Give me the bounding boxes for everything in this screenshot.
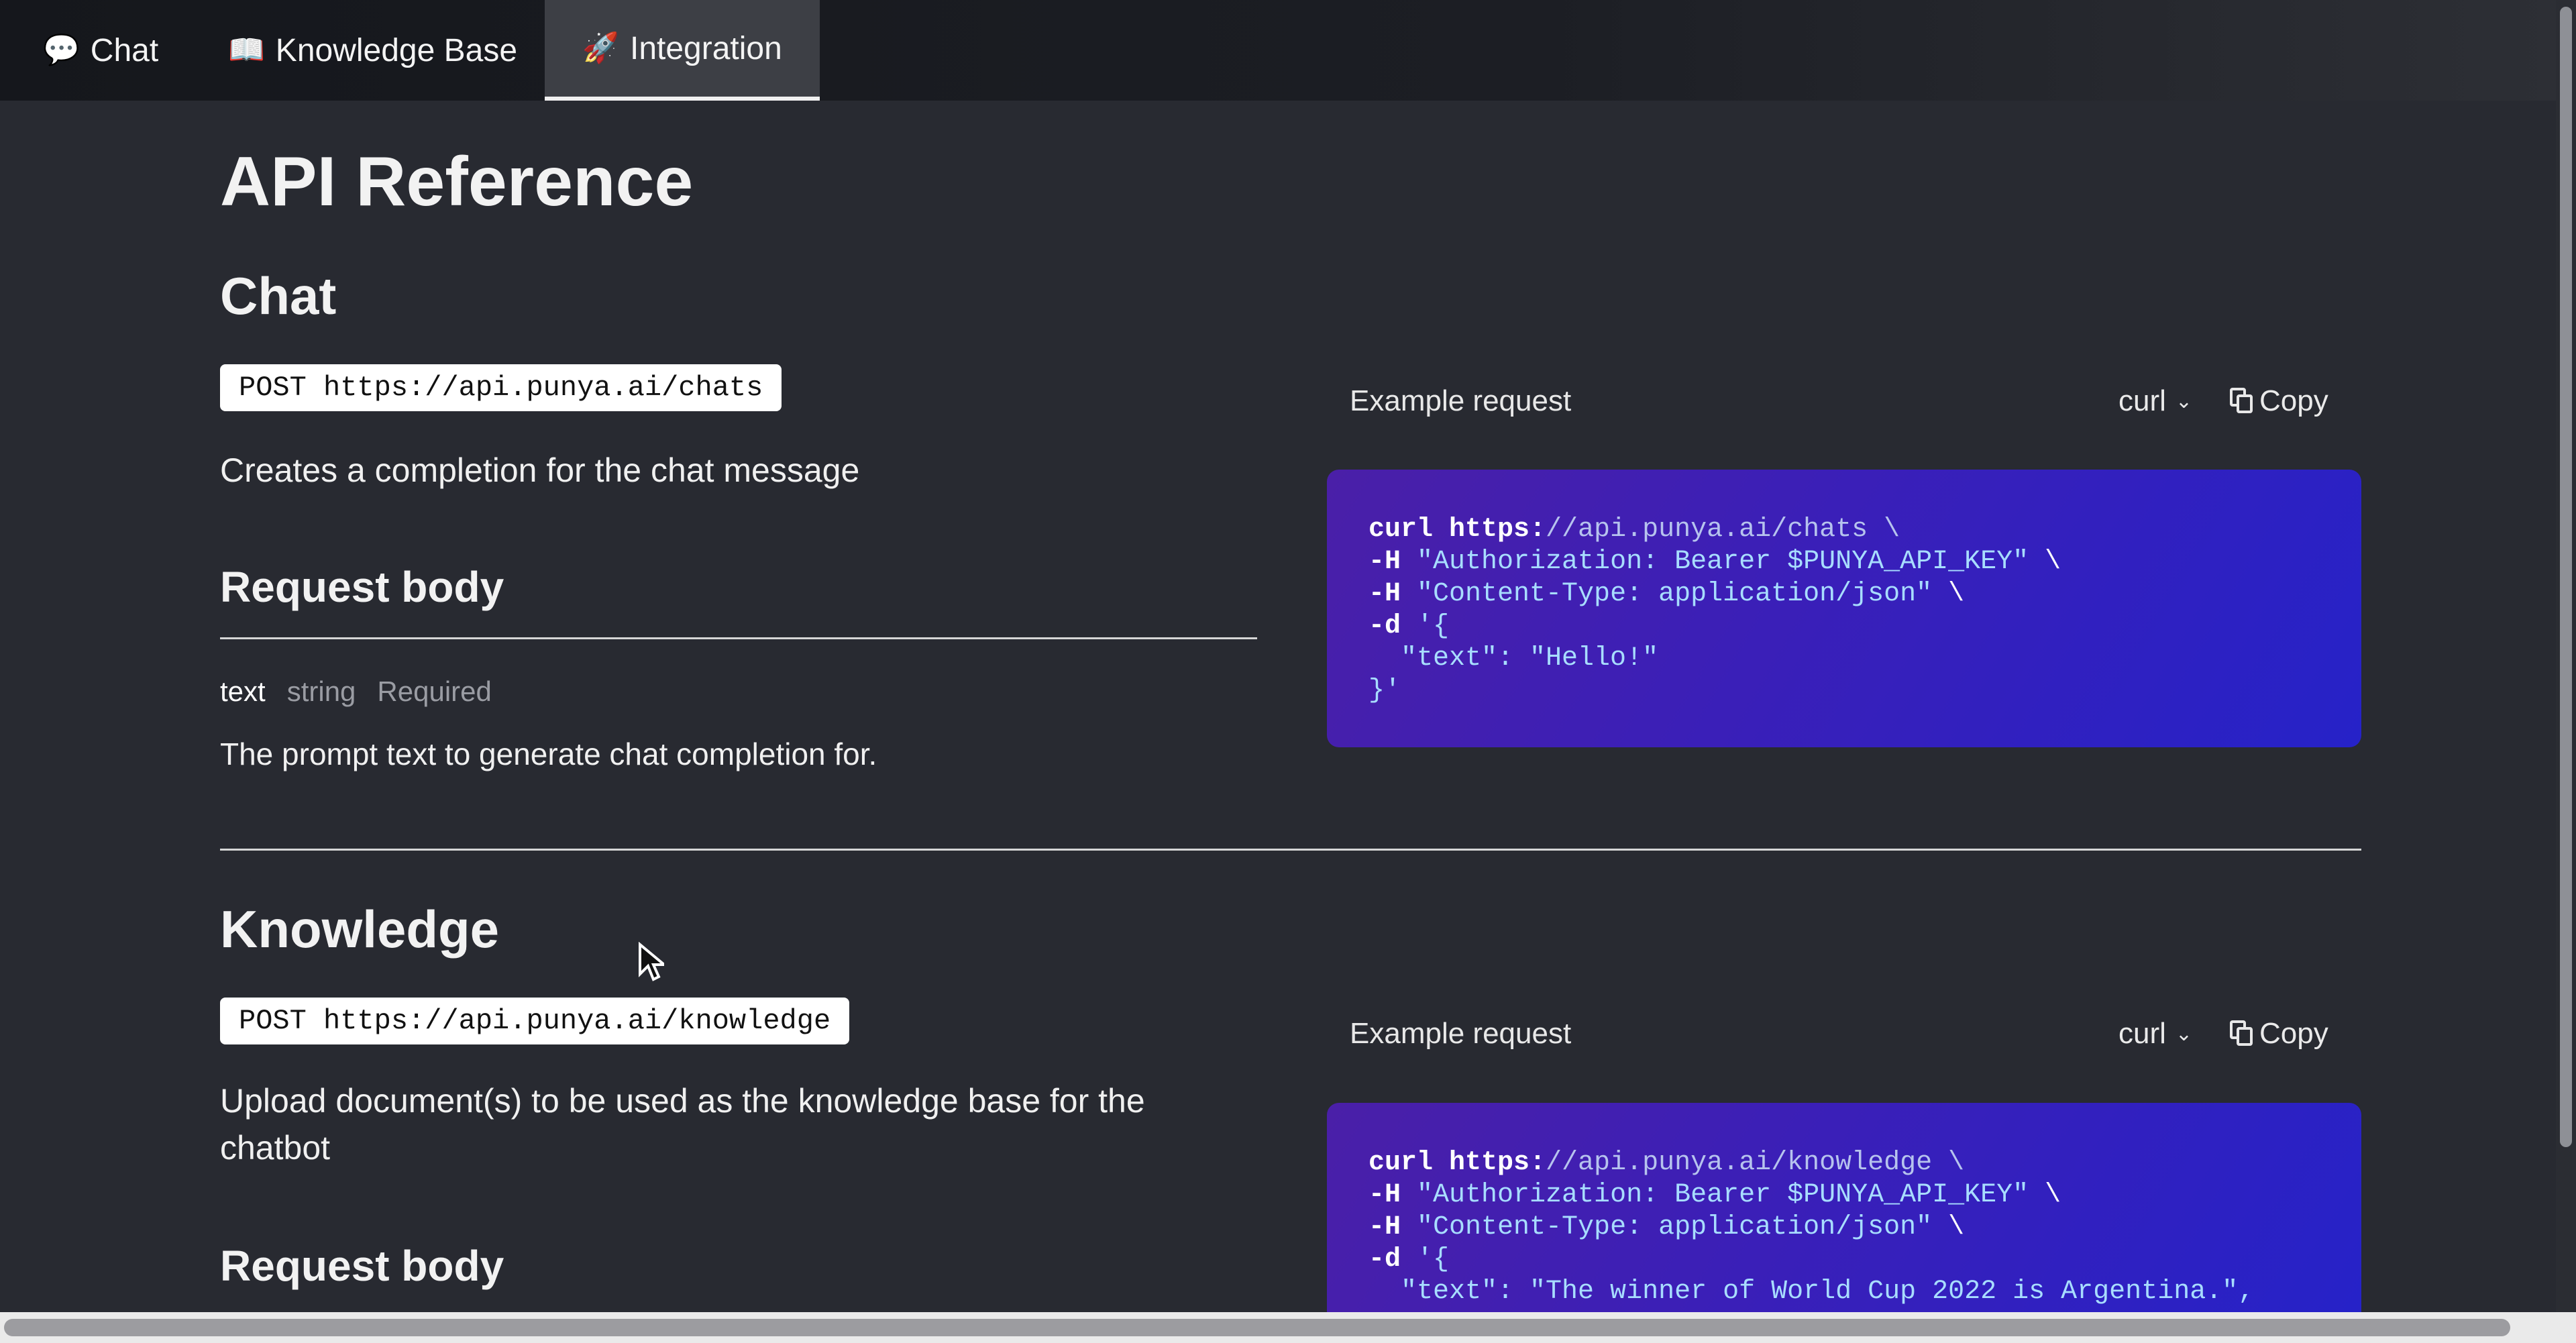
copy-label: Copy [2259, 1017, 2328, 1050]
chat-language-select[interactable]: curl ⌄ [2118, 384, 2192, 418]
code-token: \ [1932, 1212, 1965, 1242]
code-token: -d [1368, 1244, 1417, 1275]
code-token: curl https: [1368, 1148, 1546, 1178]
chat-example-label: Example request [1350, 384, 1572, 417]
knowledge-code-line: curl https://api.punya.ai/knowledge \ [1368, 1147, 2320, 1179]
code-token: }' [1368, 676, 1401, 706]
vertical-scrollbar-thumb[interactable] [2560, 7, 2572, 1147]
chat-description: Creates a completion for the chat messag… [220, 451, 860, 489]
copy-icon [2230, 388, 2254, 415]
code-token: -d [1368, 611, 1417, 641]
tab-knowledge-base-label: Knowledge Base [275, 32, 518, 68]
horizontal-scrollbar-thumb[interactable] [4, 1319, 2510, 1336]
tab-chat[interactable]: 💬 Chat [38, 0, 164, 101]
chat-code-line: -d '{ [1368, 610, 2320, 643]
code-token: \ [1932, 579, 1965, 609]
chat-code-line: curl https://api.punya.ai/chats \ [1368, 514, 2320, 546]
knowledge-endpoint: POST https://api.punya.ai/knowledge [220, 998, 850, 1044]
chat-code-line: }' [1368, 675, 2320, 707]
top-nav-bar: 💬 Chat 📖 Knowledge Base 🚀 Integration [0, 0, 2556, 101]
knowledge-description-line1: Upload document(s) to be used as the kno… [220, 1082, 1145, 1120]
chat-code-block: curl https://api.punya.ai/chats \ -H "Aut… [1327, 470, 2361, 747]
chat-field-description: The prompt text to generate chat complet… [220, 737, 877, 771]
code-token: \ [2029, 547, 2061, 577]
knowledge-request-body-heading: Request body [220, 1242, 504, 1290]
main-content: API Reference Chat POST https://api.puny… [0, 101, 2556, 1312]
code-token: -H [1368, 1180, 1417, 1210]
chat-code-line: -H "Authorization: Bearer $PUNYA_API_KEY… [1368, 546, 2320, 578]
language-select-value: curl [2118, 1017, 2166, 1050]
knowledge-example-label: Example request [1350, 1017, 1572, 1050]
knowledge-description-line2: chatbot [220, 1129, 331, 1167]
tab-chat-label: Chat [90, 32, 159, 68]
code-token: "text": "The winner of World Cup 2022 is… [1368, 1277, 2255, 1307]
chat-field-row: text string Required [220, 676, 492, 708]
code-token: '{ [1417, 611, 1450, 641]
chat-request-body-heading: Request body [220, 563, 504, 611]
copy-icon [2230, 1020, 2254, 1047]
knowledge-code-line: -H "Authorization: Bearer $PUNYA_API_KEY… [1368, 1179, 2320, 1212]
code-token: \ [2029, 1180, 2061, 1210]
tab-knowledge-base[interactable]: 📖 Knowledge Base [223, 0, 523, 101]
language-select-value: curl [2118, 384, 2166, 417]
chat-endpoint: POST https://api.punya.ai/chats [220, 364, 782, 411]
code-token: "Content-Type: application/json" [1417, 579, 1933, 609]
code-token: "Content-Type: application/json" [1417, 1212, 1933, 1242]
speech-bubble-icon: 💬 [43, 34, 80, 66]
knowledge-section-heading: Knowledge [220, 900, 500, 959]
chat-copy-button[interactable]: Copy [2230, 384, 2328, 418]
rocket-icon: 🚀 [582, 32, 619, 64]
chat-code-line: -H "Content-Type: application/json" \ [1368, 578, 2320, 610]
field-name: text [220, 676, 266, 707]
book-icon: 📖 [228, 34, 265, 66]
code-token: "Authorization: Bearer $PUNYA_API_KEY" [1417, 1180, 2029, 1210]
tab-integration-label: Integration [629, 30, 782, 66]
knowledge-copy-button[interactable]: Copy [2230, 1017, 2328, 1051]
chat-section-heading: Chat [220, 266, 337, 325]
mouse-cursor-icon [639, 942, 664, 981]
knowledge-code-line: -d '{ [1368, 1244, 2320, 1276]
divider [220, 637, 1257, 639]
code-token: -H [1368, 1212, 1417, 1242]
knowledge-code-line: "text": "The winner of World Cup 2022 is… [1368, 1276, 2320, 1308]
chevron-down-icon: ⌄ [2175, 390, 2193, 413]
section-divider [220, 849, 2361, 851]
code-token: "text": "Hello!" [1368, 643, 1659, 674]
field-type: string [286, 676, 356, 707]
knowledge-code-block: curl https://api.punya.ai/knowledge \ -H … [1327, 1103, 2361, 1312]
code-token: "Authorization: Bearer $PUNYA_API_KEY" [1417, 547, 2029, 577]
knowledge-language-select[interactable]: curl ⌄ [2118, 1017, 2192, 1051]
chat-code-line: "text": "Hello!" [1368, 643, 2320, 675]
chevron-down-icon: ⌄ [2175, 1022, 2193, 1045]
code-token: //api.punya.ai/chats \ [1546, 515, 1900, 545]
code-token: '{ [1417, 1244, 1450, 1275]
code-token: -H [1368, 547, 1417, 577]
code-token: //api.punya.ai/knowledge \ [1546, 1148, 1965, 1178]
tab-integration[interactable]: 🚀 Integration [545, 0, 820, 101]
copy-label: Copy [2259, 384, 2328, 417]
page-title: API Reference [220, 143, 694, 221]
field-required-badge: Required [377, 676, 492, 707]
knowledge-code-line: -H "Content-Type: application/json" \ [1368, 1212, 2320, 1244]
code-token: -H [1368, 579, 1417, 609]
code-token: curl https: [1368, 515, 1546, 545]
